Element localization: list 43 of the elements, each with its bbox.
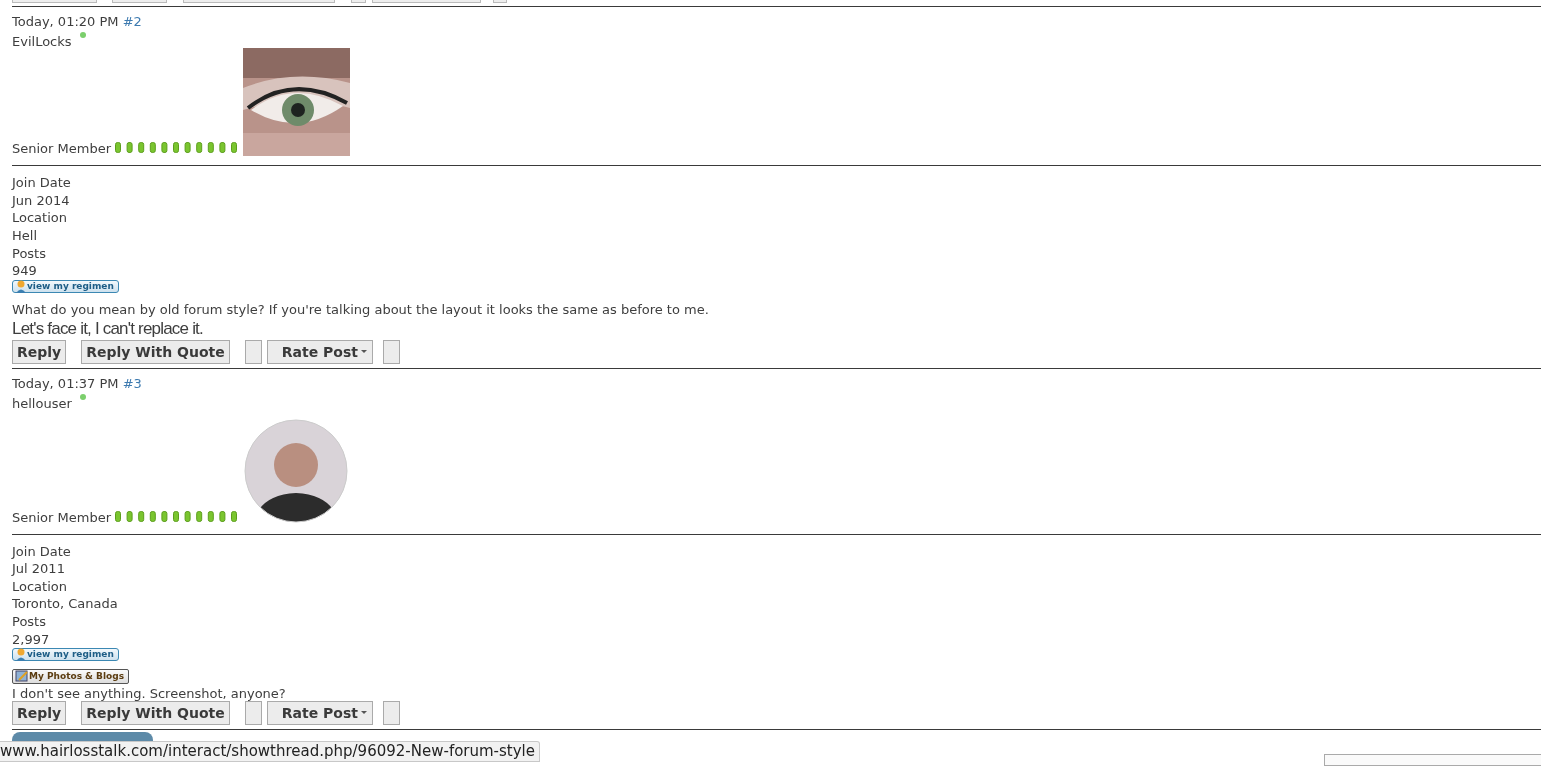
- status-bar-url: www.hairlosstalk.com/interact/showthread.php/96092-New-forum-style: [0, 741, 540, 762]
- view-regimen-button[interactable]: view my regimen: [12, 279, 119, 293]
- post-date: Today, 01:20 PM: [12, 14, 119, 29]
- signature-text: Let's face it, I can't replace it.: [12, 319, 204, 340]
- reply-button[interactable]: Reply: [12, 340, 67, 365]
- reply-with-quote-button[interactable]: Reply With Quote: [81, 340, 230, 365]
- user-rank: Senior Member: [12, 142, 111, 157]
- info-label: Posts: [12, 244, 47, 263]
- info-label: Join Date: [12, 542, 72, 561]
- blank-button[interactable]: [244, 340, 262, 365]
- caret-icon: [360, 349, 368, 356]
- blank-button[interactable]: [383, 700, 400, 725]
- info-label: Join Date: [12, 174, 72, 192]
- rate-post-button[interactable]: Rate Post: [266, 700, 373, 725]
- user-icon: [15, 648, 27, 662]
- post-number-link[interactable]: #2: [122, 14, 142, 29]
- info-value: Toronto, Canada: [12, 595, 119, 613]
- caret-icon: [360, 709, 368, 716]
- info-value: Jul 2011: [12, 560, 66, 578]
- info-label: Location: [12, 577, 68, 596]
- blank-button[interactable]: [244, 700, 262, 725]
- info-value: 2,997: [12, 630, 51, 649]
- post-date: Today, 01:37 PM: [12, 376, 119, 392]
- info-label: Location: [12, 209, 68, 227]
- rate-post-button[interactable]: Rate Post: [266, 340, 373, 365]
- user-icon: [15, 279, 27, 293]
- post-message: What do you mean by old forum style? If you're talking about the layout it looks the same as before to me.: [12, 301, 710, 320]
- info-value: Jun 2014: [12, 191, 71, 210]
- reply-to-thread-button[interactable]: [12, 732, 153, 741]
- reply-with-quote-button[interactable]: Reply With Quote: [81, 700, 230, 725]
- photos-blogs-button[interactable]: My Photos & Blogs: [12, 668, 130, 684]
- info-value: Hell: [12, 226, 38, 245]
- blank-button[interactable]: [383, 340, 400, 365]
- username-link[interactable]: hellouser: [12, 395, 72, 411]
- username-link[interactable]: EvilLocks: [12, 33, 72, 49]
- post-message: I don't see anything. Screenshot, anyone?: [12, 686, 287, 701]
- reply-button[interactable]: Reply: [12, 700, 67, 725]
- user-rank: Senior Member: [12, 510, 111, 525]
- post-number-link[interactable]: #3: [122, 376, 142, 392]
- photo-icon: [15, 670, 29, 683]
- info-label: Posts: [12, 612, 47, 631]
- view-regimen-button[interactable]: view my regimen: [12, 648, 119, 662]
- info-value: 949: [12, 262, 38, 280]
